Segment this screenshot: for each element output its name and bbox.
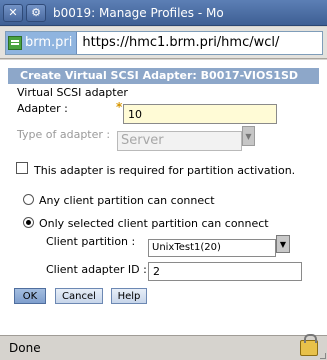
url-field[interactable]: brm.pri https://hmc1.brm.pri/hmc/wcl/ bbox=[5, 30, 323, 55]
adapter-number-input[interactable] bbox=[123, 104, 277, 124]
dialog-content: Create Virtual SCSI Adapter: B0017-VIOS1… bbox=[0, 60, 327, 335]
any-client-radio[interactable] bbox=[23, 194, 34, 205]
close-window-button[interactable]: ✕ bbox=[3, 3, 23, 22]
url-toolbar: brm.pri https://hmc1.brm.pri/hmc/wcl/ bbox=[0, 27, 327, 59]
site-label: brm.pri bbox=[25, 35, 73, 50]
site-identity-button[interactable]: brm.pri bbox=[6, 31, 78, 54]
window-menu-button[interactable]: ⚙ bbox=[26, 3, 46, 22]
client-partition-select[interactable]: UnixTest1(20) bbox=[148, 239, 276, 257]
type-of-adapter-label: Type of adapter : bbox=[17, 128, 111, 141]
chevron-down-icon[interactable]: ▼ bbox=[276, 235, 290, 253]
selected-client-radio-label: Only selected client partition can conne… bbox=[39, 217, 269, 230]
adapter-label: Adapter : bbox=[17, 102, 68, 115]
any-client-radio-label: Any client partition can connect bbox=[39, 194, 215, 207]
site-certificate-icon bbox=[8, 35, 22, 50]
resize-grip[interactable] bbox=[320, 353, 326, 359]
ok-button[interactable]: OK bbox=[14, 288, 46, 304]
window-titlebar: ✕ ⚙ b0019: Manage Profiles - Mo bbox=[0, 0, 327, 26]
section-label: Virtual SCSI adapter bbox=[17, 86, 128, 99]
client-adapter-id-label: Client adapter ID : bbox=[46, 263, 147, 276]
help-button[interactable]: Help bbox=[111, 288, 147, 304]
gear-icon: ⚙ bbox=[31, 6, 41, 19]
client-partition-label: Client partition : bbox=[46, 235, 136, 248]
url-text: https://hmc1.brm.pri/hmc/wcl/ bbox=[82, 35, 280, 50]
client-adapter-id-input[interactable] bbox=[148, 262, 302, 281]
lock-icon[interactable] bbox=[300, 334, 318, 356]
required-icon: * bbox=[116, 100, 123, 114]
type-of-adapter-select[interactable]: Server bbox=[117, 131, 242, 151]
dialog-title: Create Virtual SCSI Adapter: B0017-VIOS1… bbox=[8, 68, 319, 84]
required-activation-label: This adapter is required for partition a… bbox=[34, 164, 296, 177]
selected-client-radio[interactable] bbox=[23, 217, 34, 228]
window-title: b0019: Manage Profiles - Mo bbox=[53, 5, 224, 20]
cancel-button[interactable]: Cancel bbox=[55, 288, 103, 304]
required-activation-checkbox[interactable] bbox=[16, 162, 28, 174]
chevron-down-icon[interactable]: ▼ bbox=[242, 126, 255, 146]
status-bar: Done bbox=[0, 334, 327, 360]
close-icon: ✕ bbox=[8, 6, 18, 19]
status-text: Done bbox=[9, 341, 41, 355]
